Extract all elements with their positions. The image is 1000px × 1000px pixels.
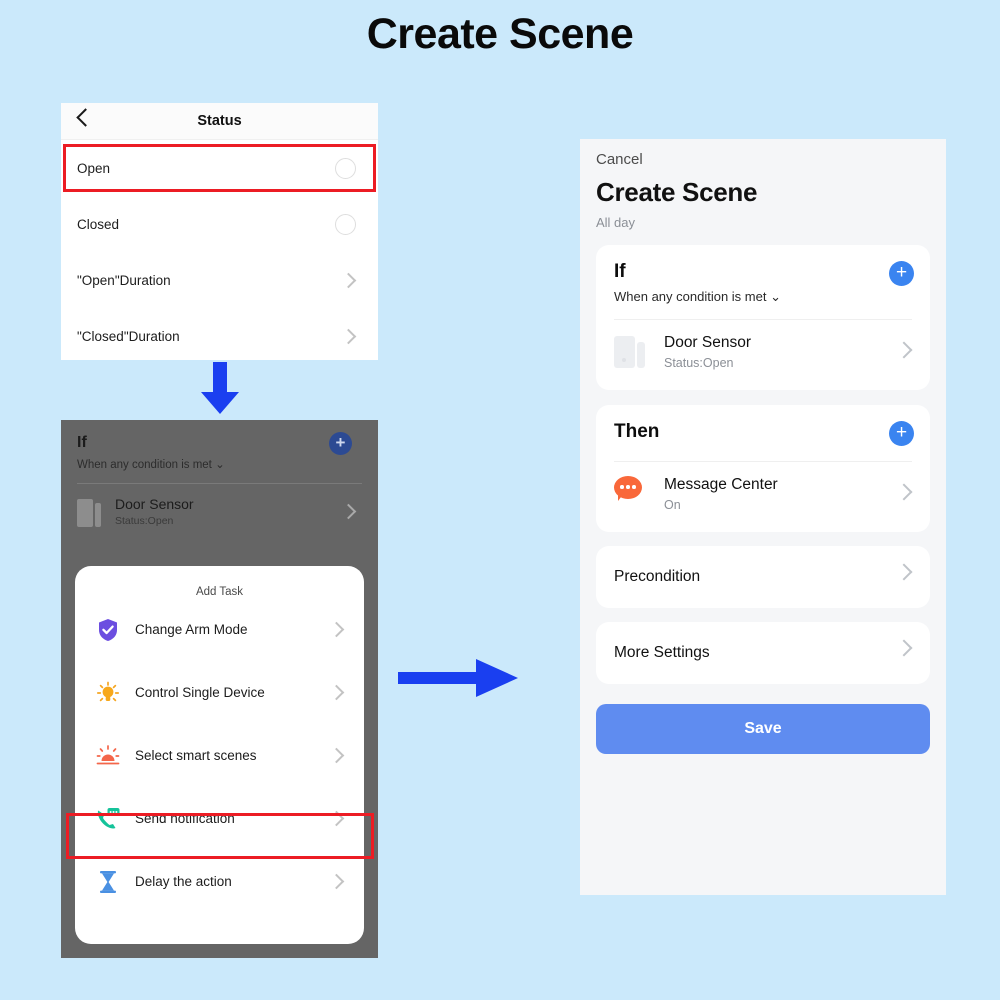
- condition-device-row[interactable]: Door Sensor Status:Open: [596, 320, 930, 390]
- sunrise-icon: [95, 743, 121, 769]
- task-item-delay-the-action[interactable]: Delay the action: [75, 850, 364, 913]
- if-condition-dropdown[interactable]: When any condition is met ⌄: [77, 457, 362, 471]
- task-item-label: Control Single Device: [135, 685, 265, 700]
- then-card: Then + Message Center On: [596, 405, 930, 532]
- more-settings-row[interactable]: More Settings: [596, 622, 930, 684]
- status-row-closed-duration[interactable]: "Closed"Duration: [61, 308, 378, 360]
- arrow-down-icon: [201, 362, 239, 414]
- chevron-right-icon: [895, 639, 913, 657]
- add-task-screen-panel: If When any condition is met ⌄ + Door Se…: [61, 420, 378, 958]
- chevron-right-icon: [340, 328, 357, 344]
- arrow-right-icon: [398, 659, 518, 697]
- status-row-label: "Open"Duration: [77, 272, 171, 288]
- status-screen-panel: Status Open Closed "Open"Duration "Close…: [61, 103, 378, 360]
- chevron-right-icon: [328, 873, 345, 890]
- add-condition-button[interactable]: +: [329, 432, 352, 455]
- chevron-right-icon: [895, 341, 913, 359]
- status-row-closed[interactable]: Closed: [61, 196, 378, 252]
- chevron-down-icon: ⌄: [770, 289, 781, 304]
- more-settings-label: More Settings: [614, 644, 710, 661]
- action-row-message-center[interactable]: Message Center On: [596, 462, 930, 532]
- action-name: Message Center: [664, 476, 778, 493]
- if-heading: If: [77, 434, 87, 451]
- task-item-label: Delay the action: [135, 874, 232, 889]
- dimmed-if-section: If When any condition is met ⌄ +: [61, 420, 378, 471]
- status-row-label: Closed: [77, 216, 120, 232]
- phone-message-icon: [95, 806, 121, 832]
- chevron-right-icon: [328, 810, 345, 827]
- save-button[interactable]: Save: [596, 704, 930, 754]
- chevron-right-icon: [328, 684, 345, 701]
- if-card: If When any condition is met ⌄ + Door Se…: [596, 245, 930, 390]
- create-scene-panel: Cancel Create Scene All day If When any …: [580, 139, 946, 895]
- add-task-sheet: Add Task Change Arm Mode Control Single …: [75, 566, 364, 944]
- status-row-open[interactable]: Open: [61, 140, 378, 196]
- lightbulb-icon: [95, 680, 121, 706]
- shield-check-icon: [95, 617, 121, 643]
- radio-button-open[interactable]: [335, 157, 356, 179]
- then-card-header: Then +: [596, 405, 930, 447]
- task-item-change-arm-mode[interactable]: Change Arm Mode: [75, 598, 364, 661]
- if-condition-label: When any condition is met: [77, 459, 212, 471]
- door-sensor-icon: [614, 334, 648, 370]
- task-item-send-notification[interactable]: Send notification: [75, 787, 364, 850]
- task-item-select-smart-scenes[interactable]: Select smart scenes: [75, 724, 364, 787]
- chevron-right-icon: [895, 563, 913, 581]
- condition-device-row[interactable]: Door Sensor Status:Open: [61, 484, 378, 539]
- status-title: Status: [197, 113, 242, 129]
- add-action-button[interactable]: +: [889, 421, 914, 446]
- device-status: Status:Open: [664, 356, 734, 370]
- action-status: On: [664, 498, 681, 512]
- chevron-right-icon: [328, 747, 345, 764]
- device-status: Status:Open: [115, 515, 174, 527]
- then-heading: Then: [614, 421, 660, 442]
- precondition-label: Precondition: [614, 568, 701, 585]
- if-card-header: If When any condition is met ⌄ +: [596, 245, 930, 305]
- radio-button-closed[interactable]: [335, 213, 356, 235]
- if-heading: If: [614, 261, 626, 282]
- add-task-sheet-title: Add Task: [195, 586, 244, 598]
- status-navbar: Status: [61, 103, 378, 140]
- create-scene-title: Create Scene: [596, 177, 758, 207]
- task-item-control-single-device[interactable]: Control Single Device: [75, 661, 364, 724]
- chevron-right-icon: [328, 621, 345, 638]
- add-condition-button[interactable]: +: [889, 261, 914, 286]
- task-item-label: Select smart scenes: [135, 748, 257, 763]
- status-row-open-duration[interactable]: "Open"Duration: [61, 252, 378, 308]
- hourglass-icon: [95, 869, 121, 895]
- chevron-right-icon: [895, 483, 913, 501]
- task-item-label: Send notification: [135, 811, 235, 826]
- all-day-label: All day: [596, 215, 636, 230]
- device-name: Door Sensor: [115, 496, 194, 512]
- if-condition-label: When any condition is met: [614, 289, 767, 304]
- if-condition-dropdown[interactable]: When any condition is met ⌄: [614, 289, 912, 305]
- chevron-right-icon: [340, 272, 357, 288]
- precondition-row[interactable]: Precondition: [596, 546, 930, 608]
- door-sensor-icon: [77, 497, 101, 527]
- page-title: Create Scene: [366, 10, 634, 58]
- message-bubble-icon: [614, 476, 648, 512]
- task-item-label: Change Arm Mode: [135, 622, 248, 637]
- cancel-button[interactable]: Cancel: [580, 139, 946, 168]
- chevron-down-icon: ⌄: [215, 459, 225, 471]
- status-row-label: "Closed"Duration: [77, 328, 180, 344]
- status-row-label: Open: [77, 160, 111, 176]
- device-name: Door Sensor: [664, 334, 752, 351]
- chevron-right-icon: [340, 503, 357, 520]
